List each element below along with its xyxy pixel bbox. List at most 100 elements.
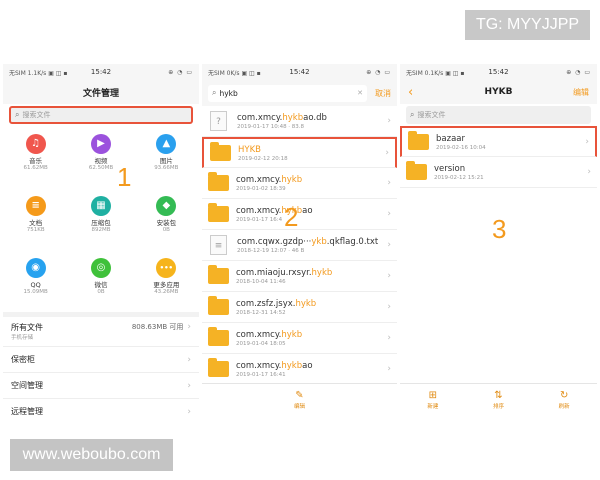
search-icon: ⌕: [15, 110, 20, 119]
chevron-right-icon: ›: [187, 354, 191, 365]
chevron-right-icon: ›: [387, 240, 391, 250]
search-placeholder: 搜索文件: [417, 111, 446, 119]
result-text: com.xmcy.hykbao 2019-01-17 16:4: [236, 206, 313, 223]
qq-icon: ◉: [25, 258, 46, 278]
search-input[interactable]: ⌕ 搜索文件: [9, 106, 193, 124]
edit-button[interactable]: ✎ 编辑: [294, 390, 305, 410]
folder-icon: [208, 172, 229, 191]
category-package[interactable]: ◆ 安装包 0B: [134, 190, 199, 248]
result-name: com.xmcy.hykbao: [236, 206, 313, 216]
result-name: com.cqwx.gzdp···ykb.qkflag.0.txt: [237, 237, 378, 247]
menu-item-remote[interactable]: 远程管理 ›: [3, 399, 199, 417]
folder-icon: [406, 161, 427, 180]
clear-icon[interactable]: ✕: [357, 89, 363, 97]
name-match: hykb: [281, 360, 303, 371]
category-archive[interactable]: ▦ 压缩包 892MB: [68, 190, 133, 248]
folder-row[interactable]: bazaar 2019-02-16 10:04 ›: [400, 126, 597, 157]
menu-label: 保密柜: [11, 355, 35, 364]
category-size: 61.62MB: [23, 165, 48, 171]
folder-icon: [208, 327, 229, 346]
result-date: 2019-02-12 20:18: [238, 155, 288, 162]
sort-icon: ⇅: [494, 390, 503, 401]
sort-button[interactable]: ⇅ 排序: [493, 390, 504, 410]
result-row[interactable]: com.xmcy.hykb 2019-01-04 18:05 ›: [202, 323, 397, 354]
folder-icon: [210, 142, 231, 161]
name-prefix: com.xmcy.: [236, 329, 282, 340]
folder-icon: [208, 296, 229, 315]
name-match: hykb: [281, 329, 303, 340]
search-input[interactable]: ⌕ 搜索文件: [406, 106, 591, 124]
category-qq[interactable]: ◉ QQ 15.09MB: [3, 252, 68, 310]
menu-item-space[interactable]: 空间管理 ›: [3, 373, 199, 399]
category-name: 音乐: [29, 157, 43, 165]
name-match: hykb: [295, 298, 317, 309]
result-name: com.xmcy.hykb: [236, 175, 302, 185]
results-list: ? com.xmcy.hykbao.db 2019-01-17 10:48 · 83…: [202, 106, 397, 385]
category-size: 0B: [162, 227, 170, 233]
video-icon: ▶: [90, 134, 111, 154]
category-size: 93.66MB: [154, 165, 179, 171]
result-text: com.cqwx.gzdp···ykb.qkflag.0.txt 2018-12-…: [237, 237, 378, 254]
result-text: com.xmcy.hykb 2019-01-04 18:05: [236, 330, 302, 347]
chevron-right-icon: ›: [587, 167, 591, 177]
refresh-button[interactable]: ↻ 刷新: [559, 390, 570, 410]
bottom-toolbar: ✎ 编辑: [202, 383, 397, 416]
menu-label: 空间管理: [11, 381, 43, 390]
music-icon: ♫: [25, 134, 46, 154]
search-input[interactable]: ⌕ hykb ✕: [208, 84, 367, 102]
cancel-button[interactable]: 取消: [375, 88, 391, 99]
more-apps-icon: •••: [156, 258, 177, 278]
back-arrow-icon[interactable]: ‹: [408, 85, 413, 100]
folder-row[interactable]: version 2019-02-12 15:21 ›: [400, 157, 597, 188]
result-row[interactable]: com.miaoju.rxsyr.hykb 2018-10-04 11:46 ›: [202, 261, 397, 292]
archive-icon: ▦: [90, 196, 111, 216]
category-name: 安装包: [156, 219, 177, 227]
file-manager-home-screen: 无SIM 1.1K/s ▣ ◫ ▪ 15:42 ⊕ ◔ ▭ 文件管理 ⌕ 搜索文…: [3, 64, 199, 416]
category-document[interactable]: ≡ 文档 751KB: [3, 190, 68, 248]
all-files-label: 所有文件: [11, 323, 43, 332]
result-text: com.zsfz.jsyx.hykb 2018-12-31 14:52: [236, 299, 316, 316]
name-prefix: com.zsfz.jsyx.: [236, 298, 296, 309]
free-space: 808.63MB 可用: [131, 323, 184, 331]
search-placeholder: 搜索文件: [22, 111, 51, 119]
folder-name: version: [434, 163, 466, 174]
result-row[interactable]: ≡ com.cqwx.gzdp···ykb.qkflag.0.txt 2018-12…: [202, 230, 397, 261]
edit-button[interactable]: 编辑: [573, 87, 589, 98]
step-number: 1: [117, 162, 132, 192]
result-date: 2019-01-02 18:39: [236, 185, 286, 192]
step-number: 2: [284, 202, 299, 232]
category-wechat[interactable]: ◎ 微信 0B: [68, 252, 133, 310]
edit-label: 编辑: [293, 404, 305, 410]
result-row[interactable]: com.zsfz.jsyx.hykb 2018-12-31 14:52 ›: [202, 292, 397, 323]
result-row[interactable]: com.xmcy.hykbao 2019-01-17 16:4 ›: [202, 199, 397, 230]
result-name: com.xmcy.hykb: [236, 330, 302, 340]
folder-icon: [408, 131, 429, 150]
category-music[interactable]: ♫ 音乐 61.62MB: [3, 128, 68, 186]
result-text: com.xmcy.hykb 2019-01-02 18:39: [236, 175, 302, 192]
result-row[interactable]: com.xmcy.hykbao 2019-01-17 16:41 ›: [202, 354, 397, 385]
new-folder-button[interactable]: ⊞ 新建: [427, 390, 438, 410]
result-row[interactable]: HYKB 2019-02-12 20:18 ›: [202, 137, 397, 168]
name-match: hykb: [311, 267, 333, 278]
result-row[interactable]: ? com.xmcy.hykbao.db 2019-01-17 10:48 · 83…: [202, 106, 397, 137]
menu-item-vault[interactable]: 保密柜 ›: [3, 347, 199, 373]
status-bar: 无SIM 1.1K/s ▣ ◫ ▪ 15:42 ⊕ ◔ ▭: [3, 64, 199, 80]
all-files-item[interactable]: 所有文件 手机存储 808.63MB 可用 ›: [3, 317, 199, 347]
search-icon: ⌕: [410, 110, 415, 119]
search-query: hykb: [219, 88, 238, 98]
category-picture[interactable]: ▲ 图片 93.66MB: [134, 128, 199, 186]
search-results-screen: 无SIM 0K/s ▣ ◫ ▪ 15:42 ⊕ ◔ ▭ ⌕ hykb ✕ 取消 …: [202, 64, 397, 416]
name-match: ykb: [311, 236, 327, 247]
name-prefix: com.xmcy.: [236, 360, 282, 371]
name-prefix: com.xmcy.: [236, 174, 282, 185]
folder-list: bazaar 2019-02-16 10:04 › version 2019-02-12…: [400, 126, 597, 188]
category-size: 0B: [97, 289, 105, 295]
status-bar: 无SIM 0.1K/s ▣ ◫ ▪ 15:42 ⊕ ◔ ▭: [400, 64, 597, 80]
name-suffix: ao: [302, 205, 313, 216]
result-name: com.miaoju.rxsyr.hykb: [236, 268, 332, 278]
category-more-apps[interactable]: ••• 更多应用 43.26MB: [134, 252, 199, 310]
result-row[interactable]: com.xmcy.hykb 2019-01-02 18:39 ›: [202, 168, 397, 199]
category-size: 43.26MB: [154, 289, 179, 295]
page-title: 文件管理: [82, 88, 119, 99]
category-name: 图片: [159, 157, 173, 165]
